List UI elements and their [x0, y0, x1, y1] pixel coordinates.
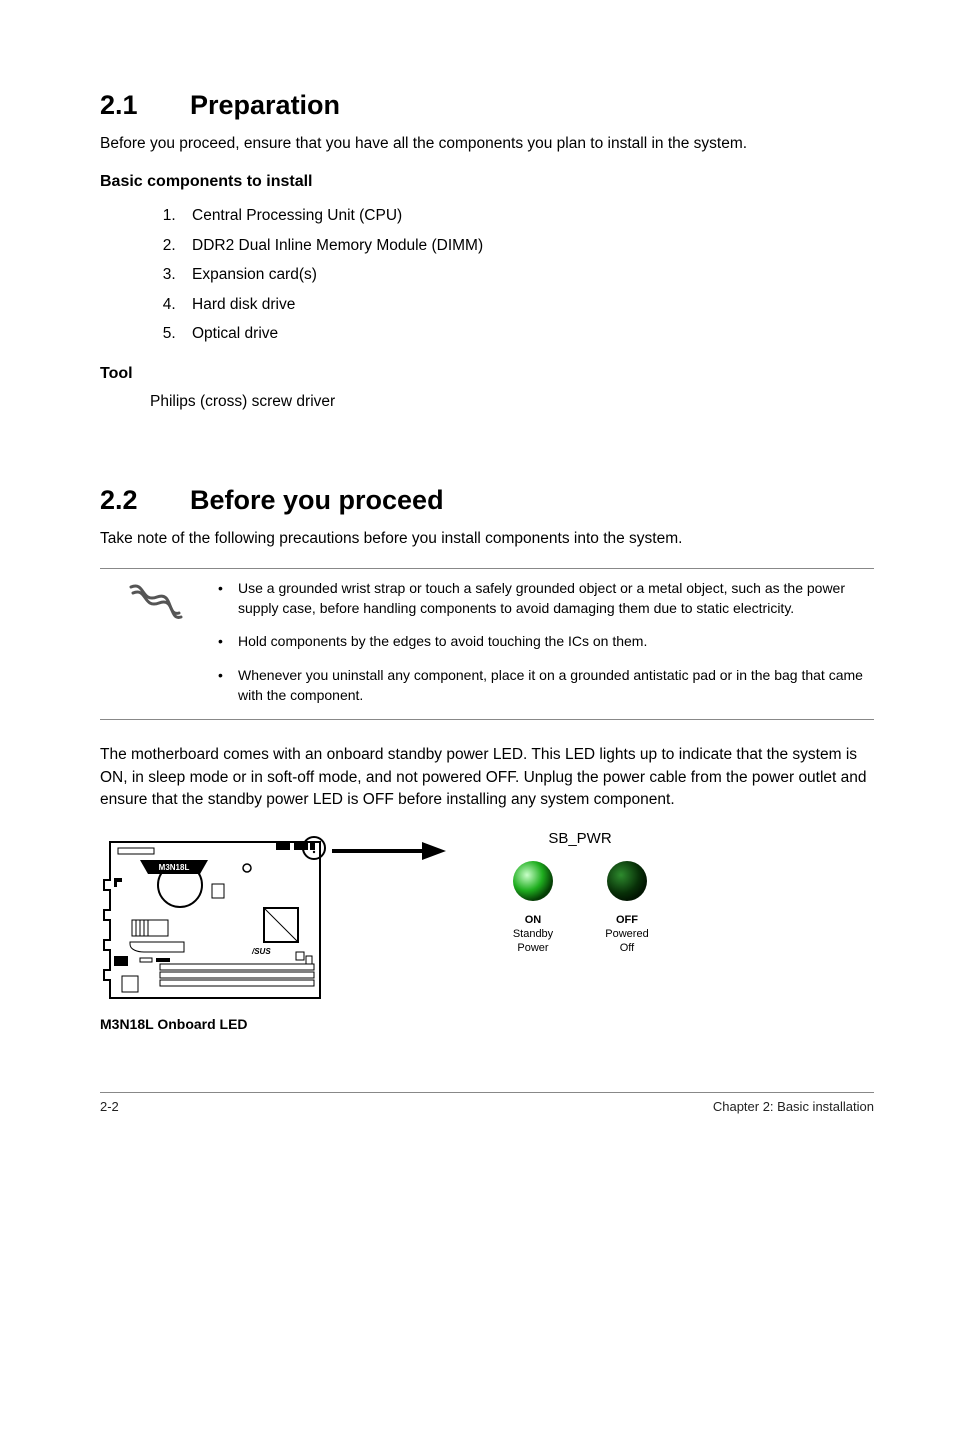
note-bullets: Use a grounded wrist strap or touch a sa…	[210, 579, 874, 711]
led-off-line2: Off	[605, 941, 649, 955]
section1-intro: Before you proceed, ensure that you have…	[100, 133, 874, 155]
led-on-line1: Standby	[511, 927, 555, 941]
section2-body2: The motherboard comes with an onboard st…	[100, 744, 874, 811]
components-heading: Basic components to install	[100, 173, 874, 191]
section-number: 2.2	[100, 485, 190, 516]
note-item: Hold components by the edges to avoid to…	[210, 632, 874, 652]
note-block: Use a grounded wrist strap or touch a sa…	[100, 568, 874, 720]
list-item: Central Processing Unit (CPU)	[180, 201, 874, 230]
led-on: ON Standby Power	[511, 859, 555, 956]
led-off-icon	[605, 859, 649, 903]
motherboard-diagram: M3N18L	[100, 830, 330, 1010]
led-on-line2: Power	[511, 941, 555, 955]
board-label-svg: M3N18L	[159, 863, 190, 872]
components-list: Central Processing Unit (CPU) DDR2 Dual …	[100, 201, 874, 348]
footer-chapter: Chapter 2: Basic installation	[713, 1099, 874, 1114]
list-item: DDR2 Dual Inline Memory Module (DIMM)	[180, 231, 874, 260]
section-title-text: Preparation	[190, 90, 340, 120]
arrow-icon	[330, 830, 450, 871]
led-on-icon	[511, 859, 555, 903]
list-item: Expansion card(s)	[180, 260, 874, 289]
section-heading-2-2: 2.2Before you proceed	[100, 485, 874, 516]
tool-heading: Tool	[100, 365, 874, 383]
onboard-led-figure: M3N18L	[100, 830, 874, 1032]
led-off-line1: Powered	[605, 927, 649, 941]
footer-page-number: 2-2	[100, 1099, 119, 1114]
note-item: Use a grounded wrist strap or touch a sa…	[210, 579, 874, 618]
note-icon	[100, 579, 210, 621]
note-item: Whenever you uninstall any component, pl…	[210, 666, 874, 705]
led-off-state: OFF	[605, 913, 649, 927]
figure-caption: M3N18L Onboard LED	[100, 1016, 330, 1032]
section-number: 2.1	[100, 90, 190, 121]
divider	[100, 719, 874, 720]
section-title-text: Before you proceed	[190, 485, 444, 515]
list-item: Hard disk drive	[180, 290, 874, 319]
section-heading-2-1: 2.1Preparation	[100, 90, 874, 121]
svg-text:/SUS: /SUS	[251, 947, 271, 956]
led-states: SB_PWR ON Standby	[450, 830, 710, 956]
section2-intro: Take note of the following precautions b…	[100, 528, 874, 550]
led-title: SB_PWR	[450, 830, 710, 847]
list-item: Optical drive	[180, 319, 874, 348]
led-on-state: ON	[511, 913, 555, 927]
page-footer: 2-2 Chapter 2: Basic installation	[100, 1092, 874, 1114]
tool-text: Philips (cross) screw driver	[100, 393, 874, 411]
led-off: OFF Powered Off	[605, 859, 649, 956]
